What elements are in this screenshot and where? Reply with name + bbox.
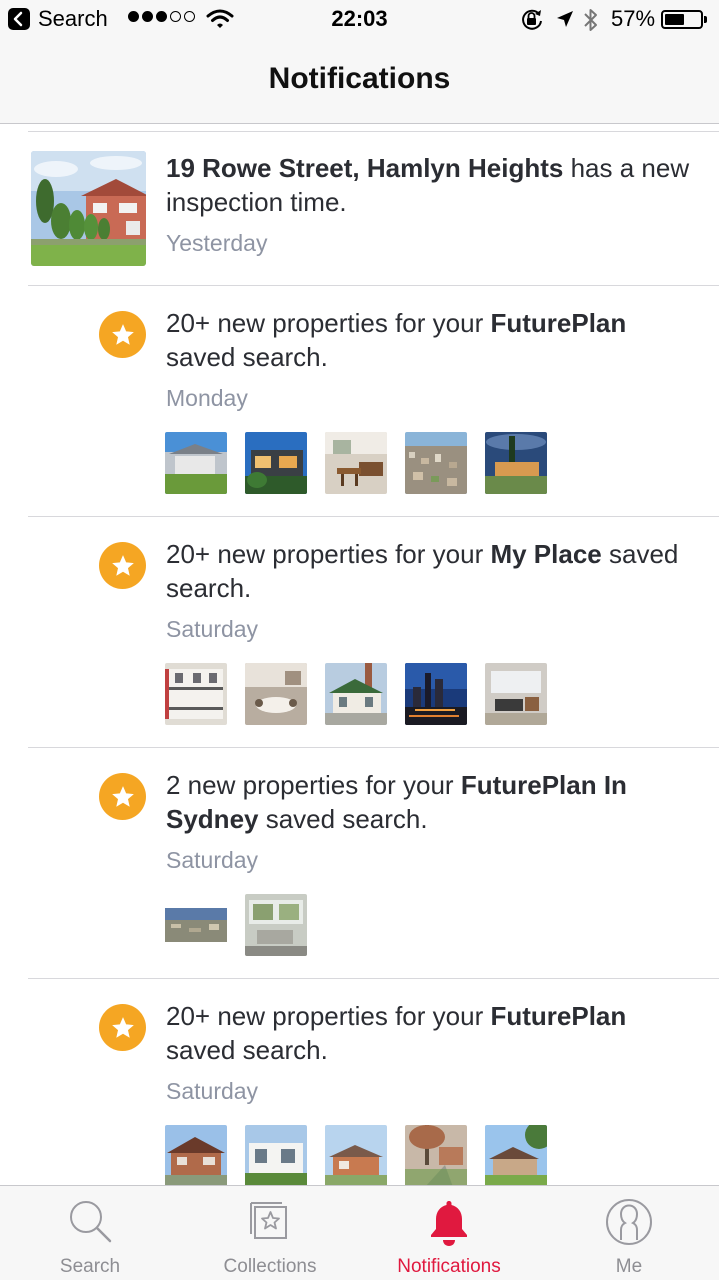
property-thumbnail[interactable] [325, 1125, 387, 1185]
star-icon [99, 773, 146, 820]
message-text: 20+ new properties for your [166, 539, 491, 569]
message-text: saved search. [166, 1035, 328, 1065]
notification-message: 20+ new properties for your My Place sav… [166, 537, 696, 605]
notification-time: Saturday [166, 616, 259, 642]
notifications-list[interactable]: 19 Rowe Street, Hamlyn Heights has a new… [0, 125, 719, 1185]
notification-message: 2 new properties for your FuturePlan In … [166, 768, 696, 836]
tab-search[interactable]: Search [0, 1186, 180, 1280]
battery-cap [704, 16, 707, 23]
search-icon [70, 1201, 112, 1243]
house-photo-thumbnail [31, 151, 146, 266]
notification-time: Saturday [166, 1078, 259, 1104]
property-thumbnails [165, 894, 307, 956]
battery-icon [661, 10, 703, 29]
property-thumbnail[interactable] [405, 432, 467, 494]
property-thumbnail[interactable] [165, 894, 227, 956]
message-text: 20+ new properties for your [166, 1001, 491, 1031]
bell-icon [431, 1201, 467, 1246]
notification-item-saved-search[interactable]: 20+ new properties for your My Place sav… [0, 517, 719, 748]
property-thumbnail[interactable] [485, 1125, 547, 1185]
status-bar: Search 22:03 57% [0, 0, 719, 40]
tab-label: Notifications [397, 1256, 501, 1277]
property-thumbnail[interactable] [485, 432, 547, 494]
star-icon [99, 311, 146, 358]
notification-time: Saturday [166, 847, 259, 873]
message-text: 2 new properties for your [166, 770, 461, 800]
tab-bar: Search Collections Notifications Me [0, 1185, 719, 1280]
notification-item-saved-search[interactable]: 20+ new properties for your FuturePlan s… [0, 286, 719, 517]
property-thumbnail[interactable] [245, 894, 307, 956]
property-thumbnails [165, 432, 547, 494]
rotation-lock-icon [522, 9, 542, 30]
property-thumbnail[interactable] [165, 432, 227, 494]
property-thumbnail[interactable] [165, 663, 227, 725]
notification-message: 20+ new properties for your FuturePlan s… [166, 306, 696, 374]
property-thumbnail[interactable] [245, 1125, 307, 1185]
bluetooth-icon [584, 9, 597, 31]
property-address: 19 Rowe Street, Hamlyn Heights [166, 153, 564, 183]
notification-time: Yesterday [166, 230, 268, 256]
notification-time: Monday [166, 385, 248, 411]
tab-label: Search [59, 1256, 121, 1277]
tab-collections[interactable]: Collections [180, 1186, 360, 1280]
page-title: Notifications [268, 62, 451, 95]
notification-item-saved-search[interactable]: 2 new properties for your FuturePlan In … [0, 748, 719, 979]
property-thumbnail[interactable] [165, 1125, 227, 1185]
property-thumbnail[interactable] [485, 663, 547, 725]
star-icon [99, 542, 146, 589]
notification-message: 19 Rowe Street, Hamlyn Heights has a new… [166, 151, 696, 219]
message-text: saved search. [258, 804, 428, 834]
property-thumbnails [165, 663, 547, 725]
property-thumbnail[interactable] [245, 432, 307, 494]
battery-percent: 57% [611, 6, 656, 31]
tab-label: Collections [223, 1256, 317, 1277]
saved-search-name: My Place [490, 539, 602, 569]
collections-icon [250, 1202, 287, 1239]
property-thumbnail[interactable] [325, 663, 387, 725]
location-arrow-icon [557, 11, 573, 27]
notification-item-inspection[interactable]: 19 Rowe Street, Hamlyn Heights has a new… [0, 125, 719, 286]
star-icon [99, 1004, 146, 1051]
property-thumbnails [165, 1125, 547, 1185]
notifications-screen: Search 22:03 57% Notifications 19 Rowe S… [0, 0, 719, 1280]
tab-label: Me [615, 1256, 643, 1277]
property-thumbnail[interactable] [325, 432, 387, 494]
message-text: saved search. [166, 342, 328, 372]
navigation-bar: Notifications [0, 40, 719, 124]
property-thumbnail[interactable] [405, 663, 467, 725]
notification-item-saved-search[interactable]: 20+ new properties for your FuturePlan s… [0, 979, 719, 1185]
property-thumbnail[interactable] [245, 663, 307, 725]
tab-me[interactable]: Me [539, 1186, 719, 1280]
notification-message: 20+ new properties for your FuturePlan s… [166, 999, 696, 1067]
property-thumbnail[interactable] [405, 1125, 467, 1185]
profile-icon [606, 1199, 652, 1245]
tab-notifications[interactable]: Notifications [359, 1186, 539, 1280]
saved-search-name: FuturePlan [490, 1001, 627, 1031]
saved-search-name: FuturePlan [490, 308, 627, 338]
message-text: 20+ new properties for your [166, 308, 491, 338]
